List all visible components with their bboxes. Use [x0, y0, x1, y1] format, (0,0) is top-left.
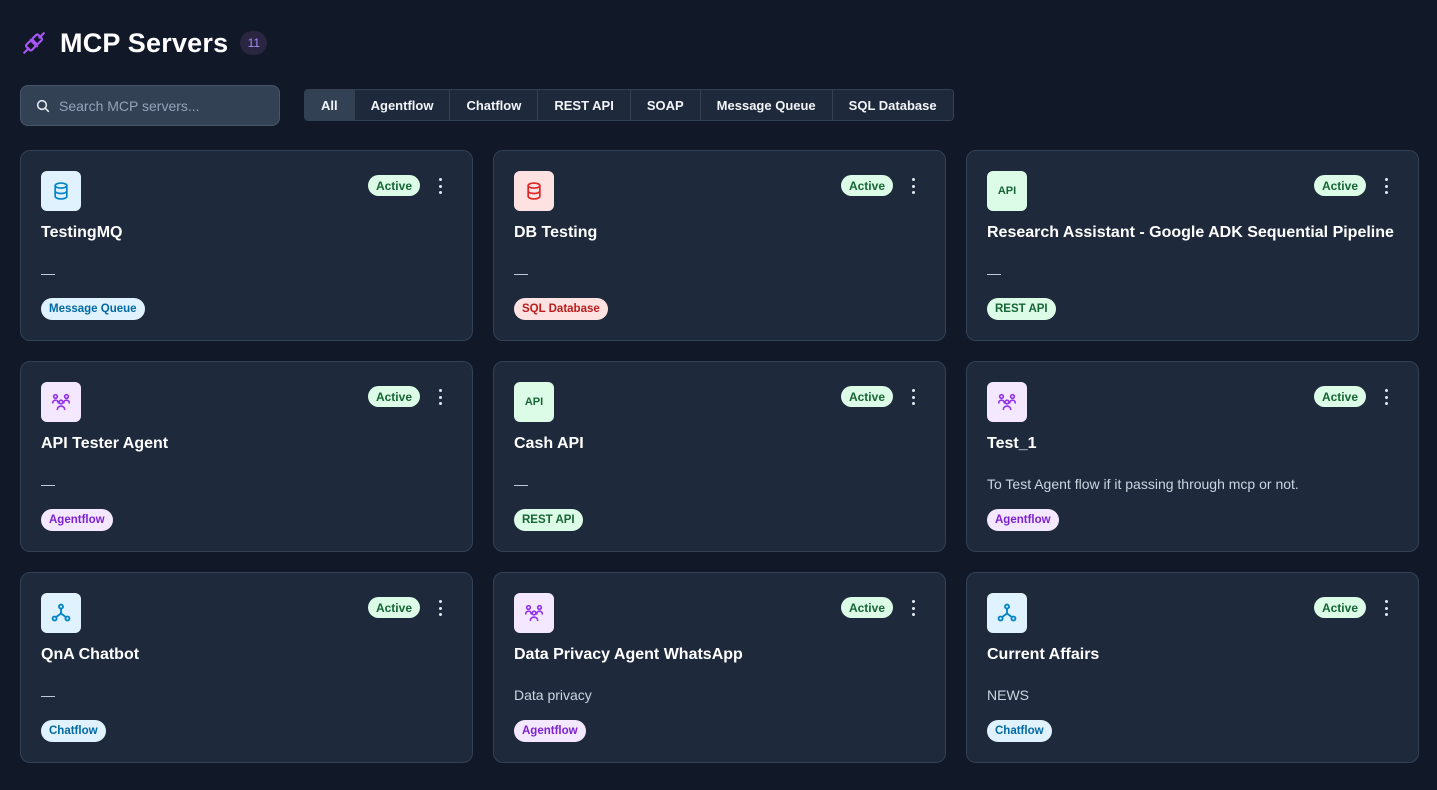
api-icon-label: API: [524, 396, 544, 408]
server-card[interactable]: Active Data Privacy Agent WhatsApp Data …: [493, 572, 946, 763]
card-title: TestingMQ: [41, 224, 123, 241]
type-tag: Agentflow: [41, 509, 113, 531]
type-tag: Message Queue: [41, 298, 145, 320]
search-icon: [35, 98, 51, 114]
card-description: —: [41, 265, 55, 281]
card-title: QnA Chatbot: [41, 646, 140, 663]
more-options-icon[interactable]: [909, 178, 917, 194]
type-tag: REST API: [514, 509, 583, 531]
server-card[interactable]: Active DB Testing — SQL Database: [493, 150, 946, 341]
card-title: Data Privacy Agent WhatsApp: [514, 646, 743, 663]
more-options-icon[interactable]: [909, 600, 917, 616]
status-badge: Active: [367, 386, 420, 407]
card-description: Data privacy: [514, 687, 592, 703]
card-title: Test_1: [987, 435, 1037, 452]
status-badge: Active: [1313, 175, 1366, 196]
server-card[interactable]: API Active Cash API — REST API: [493, 361, 946, 552]
server-card[interactable]: Active TestingMQ — Message Queue: [20, 150, 473, 341]
status-badge: Active: [840, 386, 893, 407]
card-description: —: [987, 265, 1001, 281]
search-box[interactable]: [20, 85, 280, 126]
more-options-icon[interactable]: [1382, 389, 1390, 405]
status-badge: Active: [1313, 597, 1366, 618]
more-options-icon[interactable]: [909, 389, 917, 405]
filter-tab-all[interactable]: All: [305, 90, 355, 120]
filter-tab-rest-api[interactable]: REST API: [538, 90, 631, 120]
flow-nodes-icon: [987, 593, 1027, 633]
users-icon: [987, 382, 1027, 422]
card-title: Cash API: [514, 435, 584, 452]
server-card[interactable]: Active Test_1 To Test Agent flow if it p…: [966, 361, 1419, 552]
filter-tab-sql-database[interactable]: SQL Database: [832, 90, 953, 120]
server-count-badge: 11: [240, 31, 268, 55]
server-card[interactable]: API Active Research Assistant - Google A…: [966, 150, 1419, 341]
database-icon: [41, 171, 81, 211]
database-icon: [514, 171, 554, 211]
api-icon: API: [514, 382, 554, 422]
more-options-icon[interactable]: [436, 178, 444, 194]
search-input[interactable]: [59, 97, 259, 114]
status-badge: Active: [840, 597, 893, 618]
users-icon: [41, 382, 81, 422]
card-title: Current Affairs: [987, 646, 1100, 663]
filter-tabs: All Agentflow Chatflow REST API SOAP Mes…: [304, 89, 954, 121]
api-icon-label: API: [997, 185, 1017, 197]
filter-tab-chatflow[interactable]: Chatflow: [450, 90, 539, 120]
filter-tab-agentflow[interactable]: Agentflow: [354, 90, 451, 120]
type-tag: Agentflow: [987, 509, 1059, 531]
status-badge: Active: [367, 175, 420, 196]
plug-icon: [20, 29, 48, 57]
card-description: —: [514, 265, 528, 281]
users-icon: [514, 593, 554, 633]
server-card[interactable]: Active API Tester Agent — Agentflow: [20, 361, 473, 552]
flow-nodes-icon: [41, 593, 81, 633]
page-header: MCP Servers 11: [20, 26, 268, 60]
type-tag: REST API: [987, 298, 1056, 320]
card-title: Research Assistant - Google ADK Sequenti…: [987, 224, 1394, 241]
card-description: —: [41, 687, 55, 703]
more-options-icon[interactable]: [1382, 178, 1390, 194]
card-description: —: [514, 476, 528, 492]
card-title: DB Testing: [514, 224, 598, 241]
card-description: —: [41, 476, 55, 492]
card-description: To Test Agent flow if it passing through…: [987, 476, 1299, 492]
type-tag: Chatflow: [41, 720, 106, 742]
page-title: MCP Servers: [60, 27, 229, 58]
status-badge: Active: [1313, 386, 1366, 407]
status-badge: Active: [840, 175, 893, 196]
server-card[interactable]: Active Current Affairs NEWS Chatflow: [966, 572, 1419, 763]
card-title: API Tester Agent: [41, 435, 169, 452]
type-tag: Chatflow: [987, 720, 1052, 742]
type-tag: Agentflow: [514, 720, 586, 742]
more-options-icon[interactable]: [436, 389, 444, 405]
status-badge: Active: [367, 597, 420, 618]
more-options-icon[interactable]: [436, 600, 444, 616]
filter-tab-message-queue[interactable]: Message Queue: [700, 90, 833, 120]
more-options-icon[interactable]: [1382, 600, 1390, 616]
filter-tab-soap[interactable]: SOAP: [630, 90, 701, 120]
type-tag: SQL Database: [514, 298, 608, 320]
card-description: NEWS: [987, 687, 1029, 703]
server-card[interactable]: Active QnA Chatbot — Chatflow: [20, 572, 473, 763]
api-icon: API: [987, 171, 1027, 211]
